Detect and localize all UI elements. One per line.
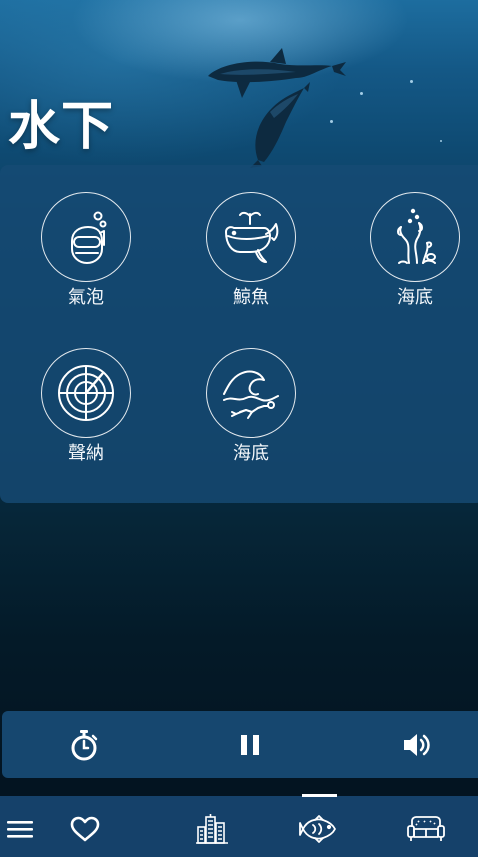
menu-icon [7, 821, 33, 838]
nav-city[interactable] [192, 806, 232, 852]
sound-tile-sonar[interactable]: 聲納 [30, 348, 142, 488]
particle [360, 92, 363, 95]
heart-icon [70, 816, 100, 842]
city-icon [196, 814, 228, 844]
sonar-icon [41, 348, 131, 438]
sound-tile-bubbles[interactable]: 氣泡 [30, 192, 142, 332]
sofa-icon [407, 816, 445, 841]
dolphins-image [208, 48, 346, 168]
active-tab-indicator [302, 794, 337, 797]
nav-indoor[interactable] [404, 806, 448, 852]
nav-underwater[interactable] [298, 806, 340, 852]
particle [440, 140, 442, 142]
page-title: 水下 [8, 97, 115, 157]
sound-label: 氣泡 [68, 287, 104, 308]
whale-icon [206, 192, 296, 282]
menu-button[interactable] [4, 806, 36, 852]
wave-diver-icon [206, 348, 296, 438]
sound-tile-seabed[interactable]: 海底 [359, 192, 471, 332]
timer-icon [71, 730, 98, 761]
sound-label: 聲納 [68, 443, 104, 464]
volume-icon [404, 734, 430, 756]
pause-button[interactable] [230, 725, 270, 765]
timer-button[interactable] [64, 725, 104, 765]
particle [410, 80, 413, 83]
sound-tile-seabed-waves[interactable]: 海底 [195, 348, 307, 488]
sound-label: 海底 [397, 287, 433, 308]
nav-favorites[interactable] [66, 806, 104, 852]
volume-button[interactable] [397, 725, 437, 765]
pause-icon [241, 735, 259, 755]
sound-label: 鯨魚 [233, 287, 269, 308]
diver-bubbles-icon [41, 192, 131, 282]
fish-icon [299, 815, 336, 843]
sound-tile-whale[interactable]: 鯨魚 [195, 192, 307, 332]
sound-label: 海底 [233, 443, 269, 464]
seaweed-icon [370, 192, 460, 282]
